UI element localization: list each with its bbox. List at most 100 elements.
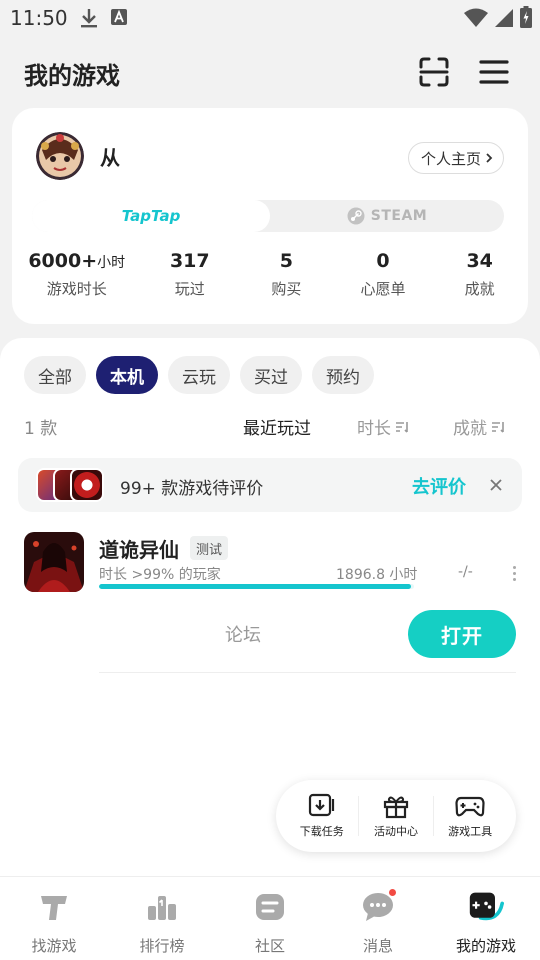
review-banner[interactable]: 99+ 款游戏待评价 去评价 [18,458,522,512]
signal-icon [494,8,514,32]
review-action-link[interactable]: 去评价 [412,473,466,499]
game-count: 1 款 [24,419,58,439]
filter-tab-cloud[interactable]: 云玩 [168,356,230,394]
nav-item-ranking[interactable]: 排行榜 [108,877,216,960]
open-game-button[interactable]: 打开 [408,610,516,658]
download-icon [308,793,334,817]
ranking-icon [144,889,180,925]
my-games-icon [468,889,504,925]
sort-duration[interactable]: 时长 [357,414,409,439]
review-banner-text: 99+ 款游戏待评价 [120,479,264,499]
game-cover[interactable] [24,532,84,592]
wifi-icon [464,8,488,32]
divider [99,672,516,673]
sort-row: 1 款 最近玩过 时长 成就 [0,412,540,439]
page-title: 我的游戏 [24,62,120,90]
filter-tabs: 全部 本机 云玩 买过 预约 [24,356,374,394]
stat-playtime[interactable]: 6000+小时 游戏时长 [12,250,141,299]
playtime-progress-bar [99,584,414,589]
nav-item-my-games[interactable]: 我的游戏 [432,877,540,960]
game-tools-button[interactable]: 游戏工具 [435,793,505,839]
stat-value: 0 [376,250,390,272]
stat-wishlist[interactable]: 0 心愿单 [335,250,432,299]
stat-value: 34 [466,250,493,272]
divider [358,796,360,836]
taptap-logo-text: TapTap [121,207,181,225]
tool-label: 游戏工具 [448,825,493,838]
filter-tab-local[interactable]: 本机 [96,356,158,394]
gamepad-icon [455,796,485,817]
stat-label: 玩过 [174,280,205,298]
nav-item-messages[interactable]: 消息 [324,877,432,960]
stat-label: 成就 [464,280,495,298]
nav-label: 排行榜 [139,937,185,955]
stat-value: 317 [169,250,210,272]
platform-tab-taptap[interactable]: TapTap [32,200,270,232]
nav-label: 社区 [254,937,285,955]
stat-unit: 小时 [97,255,126,271]
stat-label: 游戏时长 [46,280,107,298]
game-test-tag: 测试 [190,536,229,560]
menu-icon [479,60,509,84]
profile-homepage-label: 个人主页 [420,149,481,168]
profile-homepage-button[interactable]: 个人主页 [407,142,504,174]
game-title[interactable]: 道诡异仙 [99,534,179,563]
platform-toggle: TapTap STEAM [32,200,504,232]
game-hours: 1896.8 小时 [336,567,418,583]
sort-recent[interactable]: 最近玩过 [243,414,311,439]
gift-icon [383,796,409,819]
community-icon [252,889,288,925]
nav-item-community[interactable]: 社区 [216,877,324,960]
menu-button[interactable] [476,54,512,90]
sort-icon [396,421,408,433]
sort-duration-label: 时长 [357,419,391,439]
game-thumbnail [70,468,104,502]
nav-item-find-games[interactable]: 找游戏 [0,877,108,960]
taptap-logo-icon [36,889,72,925]
status-time: 11:50 [10,6,68,30]
top-header: 我的游戏 [0,50,540,94]
download-tasks-button[interactable]: 下载任务 [287,793,357,839]
app-notification-icon [110,8,128,32]
more-options-icon[interactable] [510,562,518,584]
username: 从 [100,146,120,170]
tools-pill: 下载任务 活动中心 游戏工具 [276,780,516,852]
stats-row: 6000+小时 游戏时长 317 玩过 5 购买 0 心愿单 34 成就 [12,250,528,299]
filter-tab-all[interactable]: 全部 [24,356,86,394]
close-icon[interactable] [484,473,508,497]
stat-played[interactable]: 317 玩过 [141,250,238,299]
sort-achievement[interactable]: 成就 [453,414,505,439]
playtime-progress-fill [99,584,411,589]
sort-recent-label: 最近玩过 [243,419,311,439]
filter-tab-purchased[interactable]: 买过 [240,356,302,394]
forum-link[interactable]: 论坛 [225,621,261,647]
scan-icon [419,57,449,87]
status-right-icons [464,6,532,32]
stat-value: 6000+ [28,250,98,272]
profile-card: 从 个人主页 TapTap STEAM 6000+小时 游戏时长 317 玩过 [12,108,528,324]
activity-center-button[interactable]: 活动中心 [361,793,431,839]
steam-label: STEAM [370,208,428,224]
tool-label: 活动中心 [373,825,418,838]
stat-achievements[interactable]: 34 成就 [431,250,528,299]
game-score: -/- [458,564,473,580]
status-bar: 11:50 [0,0,540,36]
filter-tab-reserved[interactable]: 预约 [312,356,374,394]
nav-label: 消息 [362,937,393,955]
nav-label: 我的游戏 [455,937,516,955]
platform-tab-steam[interactable]: STEAM [270,200,504,232]
scan-button[interactable] [416,54,452,90]
chevron-right-icon [486,153,493,163]
stat-value: 5 [279,250,294,272]
status-left-icons [80,8,128,32]
avatar[interactable] [36,132,84,180]
download-status-icon [80,8,98,32]
sort-icon [492,421,504,433]
stat-label: 购买 [271,280,302,298]
pending-review-thumbnails [36,467,108,503]
stat-purchased[interactable]: 5 购买 [238,250,335,299]
stat-label: 心愿单 [360,280,406,298]
sort-achievement-label: 成就 [453,419,487,439]
message-icon [360,887,398,925]
nav-label: 找游戏 [31,937,77,955]
